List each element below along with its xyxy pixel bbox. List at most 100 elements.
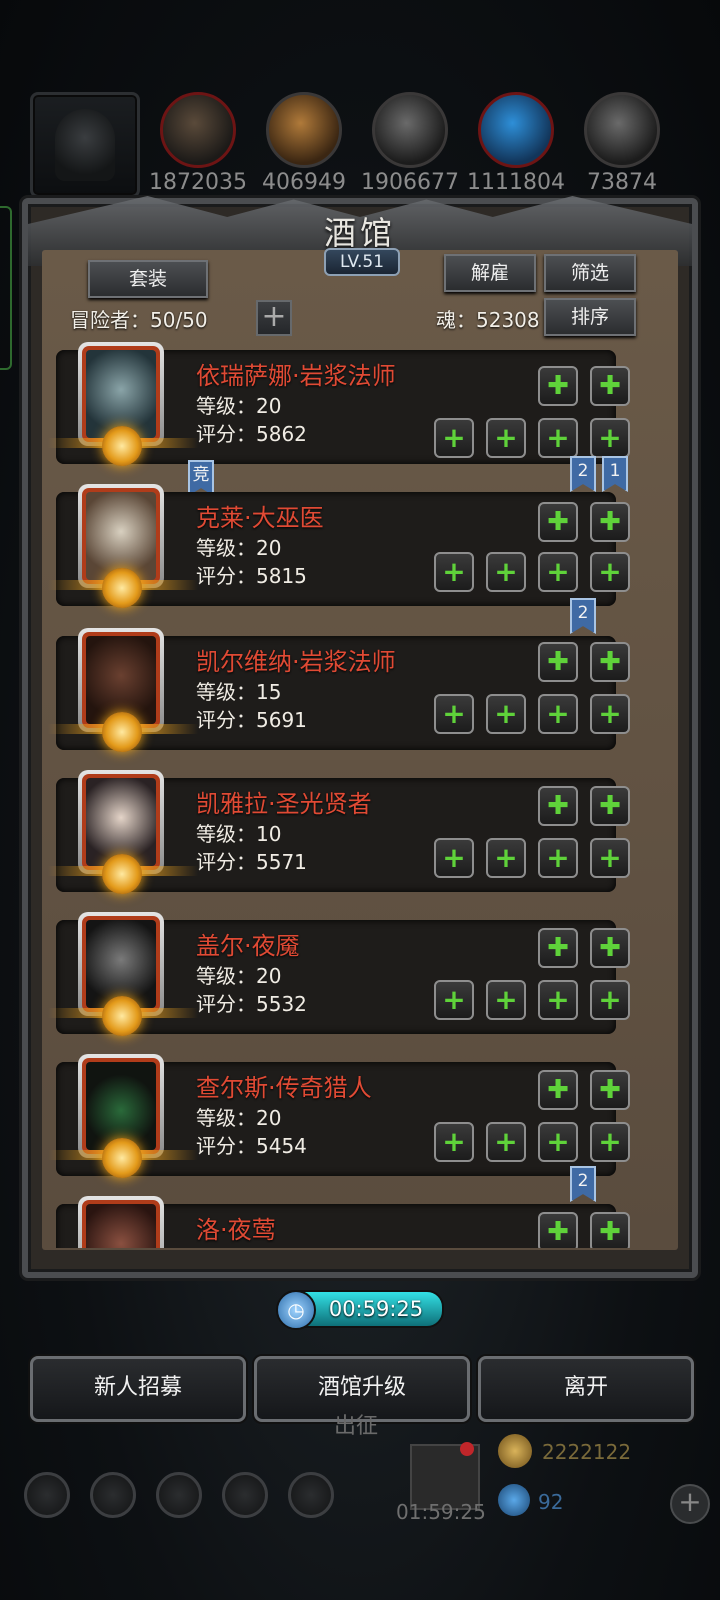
armor-slot-icon[interactable]: ✚	[538, 366, 578, 406]
star-emblem-icon	[102, 996, 142, 1036]
weapon-slot-icon[interactable]: +	[434, 694, 474, 734]
boots-slot-icon[interactable]: ✚	[590, 502, 630, 542]
hero-row[interactable]: 盖尔·夜魇 等级：20 评分：5532 ✚ ✚ + + + +	[48, 912, 630, 1036]
dismiss-button[interactable]: 解雇	[444, 254, 536, 292]
hero-name: 凯雅拉·圣光贤者	[196, 790, 372, 818]
hero-name: 盖尔·夜魇	[196, 932, 300, 960]
helmet-slot-icon[interactable]: +	[486, 1122, 526, 1162]
armor-slot-icon[interactable]: ✚	[538, 502, 578, 542]
resource-wood[interactable]: 406949	[262, 92, 346, 195]
boots-slot-icon[interactable]: ✚	[590, 1212, 630, 1248]
resource-meat[interactable]: 1872035	[149, 92, 247, 195]
amulet-slot-icon[interactable]: +	[590, 1122, 630, 1162]
hero-level: 等级：20	[196, 394, 282, 418]
resource-crystal[interactable]: 1111804	[467, 92, 565, 195]
hero-level: 等级：15	[196, 680, 282, 704]
leave-button[interactable]: 离开	[478, 1356, 694, 1422]
sort-button[interactable]: 排序	[544, 298, 636, 336]
ring-slot-icon[interactable]: +	[538, 980, 578, 1020]
hero-name: 依瑞萨娜·岩浆法师	[196, 362, 396, 390]
settings-icon[interactable]	[24, 1472, 70, 1518]
guild-icon[interactable]	[156, 1472, 202, 1518]
quest-icon[interactable]	[288, 1472, 334, 1518]
amulet-slot-icon[interactable]: +	[590, 838, 630, 878]
weapon-slot-icon[interactable]: +	[434, 552, 474, 592]
hero-list[interactable]: 依瑞萨娜·岩浆法师 等级：20 评分：5862 ✚ ✚ + + + + 竞 2 …	[36, 342, 684, 1248]
boots-slot-icon[interactable]: ✚	[590, 366, 630, 406]
star-emblem-icon	[102, 426, 142, 466]
mail-icon[interactable]	[222, 1472, 268, 1518]
ring-slot-icon[interactable]: +	[538, 694, 578, 734]
filter-button[interactable]: 筛选	[544, 254, 636, 292]
add-slot-button[interactable]: +	[256, 300, 292, 336]
resource-value: 406949	[262, 170, 346, 195]
wood-icon	[266, 92, 342, 168]
amulet-slot-icon[interactable]: +	[590, 980, 630, 1020]
set-button[interactable]: 套装	[88, 260, 208, 298]
helmet-slot-icon[interactable]: +	[486, 980, 526, 1020]
boots-slot-icon[interactable]: ✚	[590, 1070, 630, 1110]
star-emblem-icon	[102, 712, 142, 752]
weapon-slot-icon[interactable]: +	[434, 838, 474, 878]
hero-row[interactable]: 克莱·大巫医 等级：20 评分：5815 ✚ ✚ + + + +	[48, 484, 630, 608]
resource-iron[interactable]: 1906677	[361, 92, 459, 195]
weapon-slot-icon[interactable]: +	[434, 980, 474, 1020]
hero-row[interactable]: 依瑞萨娜·岩浆法师 等级：20 评分：5862 ✚ ✚ + + + +	[48, 342, 630, 466]
timer-text: 00:59:25	[328, 1297, 424, 1321]
star-emblem-icon	[102, 1138, 142, 1178]
hero-level: 等级：20	[196, 964, 282, 988]
side-panel-edge	[0, 206, 12, 370]
ring-slot-icon[interactable]: +	[538, 838, 578, 878]
armor-slot-icon[interactable]: ✚	[538, 642, 578, 682]
helmet-slot-icon[interactable]: +	[486, 694, 526, 734]
ring-slot-icon[interactable]: +	[538, 1122, 578, 1162]
resource-value: 1111804	[467, 170, 565, 195]
hero-row[interactable]: 查尔斯·传奇猎人 等级：20 评分：5454 ✚ ✚ + + + +	[48, 1054, 630, 1178]
recruit-button[interactable]: 新人招募	[30, 1356, 246, 1422]
helmet-slot-icon[interactable]: +	[486, 418, 526, 458]
resource-stone[interactable]: 73874	[584, 92, 660, 195]
hero-row[interactable]: 洛·夜莺 ✚ ✚	[56, 1196, 630, 1248]
amulet-slot-icon[interactable]: +	[590, 694, 630, 734]
amulet-slot-icon[interactable]: +	[590, 418, 630, 458]
hero-name: 洛·夜莺	[196, 1216, 276, 1244]
boots-slot-icon[interactable]: ✚	[590, 786, 630, 826]
achievement-icon[interactable]	[90, 1472, 136, 1518]
hero-name: 克莱·大巫医	[196, 504, 324, 532]
resource-value: 1906677	[361, 170, 459, 195]
gem-amount: 92	[538, 1490, 564, 1514]
hero-row[interactable]: 凯尔维纳·岩浆法师 等级：15 评分：5691 ✚ ✚ + + + +	[48, 628, 630, 752]
soul-count: 魂：52308	[436, 308, 540, 332]
weapon-slot-icon[interactable]: +	[434, 418, 474, 458]
weapon-slot-icon[interactable]: +	[434, 1122, 474, 1162]
boots-slot-icon[interactable]: ✚	[590, 928, 630, 968]
hero-score: 评分：5571	[196, 850, 307, 874]
player-avatar[interactable]	[30, 92, 140, 198]
hero-name: 凯尔维纳·岩浆法师	[196, 648, 396, 676]
armor-slot-icon[interactable]: ✚	[538, 786, 578, 826]
amulet-slot-icon[interactable]: +	[590, 552, 630, 592]
ring-slot-icon[interactable]: +	[538, 418, 578, 458]
add-currency-button[interactable]: +	[670, 1484, 710, 1524]
armor-slot-icon[interactable]: ✚	[538, 928, 578, 968]
clock-icon: ◷	[276, 1290, 316, 1330]
ring-slot-icon[interactable]: +	[538, 552, 578, 592]
boots-slot-icon[interactable]: ✚	[590, 642, 630, 682]
iron-icon	[372, 92, 448, 168]
behind-label: 出征	[334, 1414, 379, 1439]
stone-icon	[584, 92, 660, 168]
hero-score: 评分：5532	[196, 992, 307, 1016]
hero-portrait[interactable]	[78, 1196, 164, 1248]
helmet-slot-icon[interactable]: +	[486, 552, 526, 592]
star-emblem-icon	[102, 854, 142, 894]
helmet-slot-icon[interactable]: +	[486, 838, 526, 878]
armor-slot-icon[interactable]: ✚	[538, 1070, 578, 1110]
team-bookmark: 2	[570, 1166, 596, 1202]
hero-score: 评分：5691	[196, 708, 307, 732]
armor-slot-icon[interactable]: ✚	[538, 1212, 578, 1248]
hero-score: 评分：5815	[196, 564, 307, 588]
hero-row[interactable]: 凯雅拉·圣光贤者 等级：10 评分：5571 ✚ ✚ + + + +	[48, 770, 630, 894]
crystal-icon	[478, 92, 554, 168]
gold-coin-icon	[498, 1434, 532, 1468]
gem-icon	[498, 1484, 530, 1516]
